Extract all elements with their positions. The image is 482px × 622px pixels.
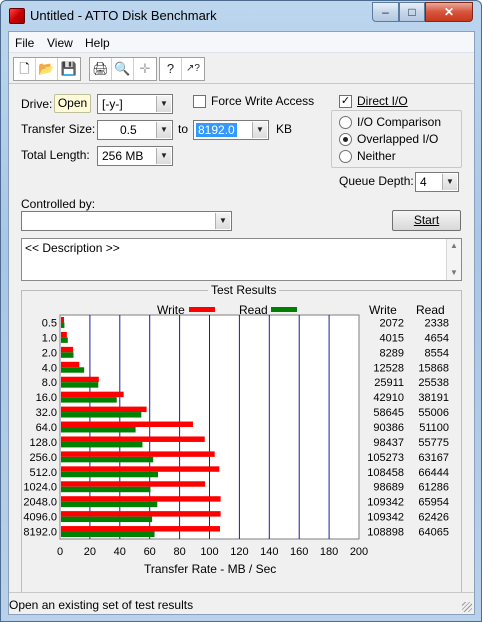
x-tick-label: 140 — [260, 546, 278, 558]
read-bar — [61, 352, 74, 358]
write-bar — [61, 346, 74, 353]
read-value: 38191 — [418, 392, 449, 404]
client-area: File View Help 🗋 📂 💾 🖨 🔍 ✛ ? ↗? Drive: O… — [8, 31, 475, 615]
write-value: 108898 — [367, 527, 404, 539]
read-bar — [61, 427, 136, 433]
write-value: 108458 — [367, 467, 404, 479]
y-category-label: 2048.0 — [23, 497, 57, 509]
write-value: 2072 — [380, 317, 404, 329]
y-category-label: 4096.0 — [23, 512, 57, 524]
y-category-label: 0.5 — [42, 317, 57, 329]
read-bar — [61, 531, 155, 537]
write-bar — [61, 496, 221, 502]
write-value: 105273 — [367, 452, 404, 464]
x-tick-label: 200 — [350, 546, 368, 558]
status-bar: Open an existing set of test results — [9, 592, 474, 614]
y-category-label: 1.0 — [42, 332, 57, 344]
x-tick-label: 40 — [114, 546, 126, 558]
write-bar — [61, 391, 124, 398]
read-bar — [61, 367, 85, 373]
x-tick-label: 120 — [230, 546, 248, 558]
read-bar — [61, 441, 143, 448]
write-bar — [61, 511, 221, 517]
read-bar — [61, 486, 151, 493]
window-title: Untitled - ATTO Disk Benchmark — [30, 8, 217, 23]
write-value: 109342 — [367, 512, 404, 524]
read-value: 61286 — [418, 482, 449, 494]
read-value: 15868 — [418, 362, 449, 374]
y-category-label: 128.0 — [29, 437, 57, 449]
resize-grip-icon[interactable] — [462, 602, 472, 612]
write-bar — [61, 526, 220, 532]
write-bar — [61, 436, 205, 442]
read-bar — [61, 322, 65, 328]
app-window: Untitled - ATTO Disk Benchmark – □ ✕ Fil… — [0, 0, 482, 622]
x-tick-label: 100 — [200, 546, 218, 558]
read-bar — [61, 501, 158, 508]
write-value: 98437 — [373, 437, 404, 449]
maximize-button[interactable]: □ — [399, 2, 425, 22]
write-bar — [61, 466, 220, 472]
atto-app-icon — [9, 8, 25, 24]
close-button[interactable]: ✕ — [425, 2, 473, 22]
y-category-label: 8192.0 — [23, 527, 57, 539]
read-value: 2338 — [425, 317, 449, 329]
write-bar — [61, 317, 65, 323]
write-value: 109342 — [367, 497, 404, 509]
read-bar — [61, 382, 99, 388]
x-tick-label: 160 — [290, 546, 308, 558]
read-value: 62426 — [418, 512, 449, 524]
read-bar — [61, 456, 154, 463]
y-category-label: 1024.0 — [23, 482, 57, 494]
read-value: 55775 — [418, 437, 449, 449]
read-value: 25538 — [418, 377, 449, 389]
read-bar — [61, 471, 159, 478]
x-tick-label: 0 — [57, 546, 63, 558]
write-bar — [61, 406, 147, 413]
write-bar — [61, 331, 67, 338]
write-value: 58645 — [373, 407, 404, 419]
y-category-label: 64.0 — [36, 422, 57, 434]
write-value: 12528 — [373, 362, 404, 374]
minimize-button[interactable]: – — [372, 2, 399, 22]
write-bar — [61, 481, 206, 487]
read-value: 66444 — [418, 467, 449, 479]
read-value: 8554 — [425, 347, 449, 359]
read-bar — [61, 516, 153, 523]
read-value: 55006 — [418, 407, 449, 419]
y-category-label: 256.0 — [29, 452, 57, 464]
read-value: 4654 — [425, 332, 449, 344]
write-bar — [61, 361, 80, 368]
write-value: 42910 — [373, 392, 404, 404]
y-category-label: 8.0 — [42, 377, 57, 389]
read-bar — [61, 412, 142, 418]
chart-svg: 0 20 40 60 80 100 120 140 160 180 200 0.5 2072 2338 1.… — [23, 314, 449, 558]
write-value: 25911 — [374, 377, 404, 389]
y-category-label: 512.0 — [29, 467, 57, 479]
write-value: 4015 — [380, 332, 404, 344]
y-category-label: 2.0 — [42, 347, 57, 359]
title-bar[interactable]: Untitled - ATTO Disk Benchmark – □ ✕ — [1, 1, 481, 31]
x-tick-label: 60 — [144, 546, 156, 558]
read-value: 65954 — [418, 497, 449, 509]
read-bar — [61, 397, 117, 403]
read-value: 64065 — [418, 527, 449, 539]
write-value: 98689 — [373, 482, 404, 494]
write-bar — [61, 376, 99, 383]
write-value: 90386 — [373, 422, 404, 434]
x-tick-label: 180 — [320, 546, 338, 558]
write-bar — [61, 451, 215, 457]
write-bar — [61, 421, 193, 427]
y-category-label: 16.0 — [36, 392, 57, 404]
y-category-label: 32.0 — [36, 407, 57, 419]
read-bar — [61, 337, 68, 343]
read-value: 51100 — [419, 422, 449, 434]
x-tick-label: 80 — [173, 546, 185, 558]
x-axis-label: Transfer Rate - MB / Sec — [144, 562, 277, 576]
status-text: Open an existing set of test results — [9, 598, 194, 612]
read-value: 63167 — [418, 452, 449, 464]
y-category-label: 4.0 — [42, 362, 57, 374]
x-tick-label: 20 — [84, 546, 96, 558]
write-value: 8289 — [380, 347, 404, 359]
